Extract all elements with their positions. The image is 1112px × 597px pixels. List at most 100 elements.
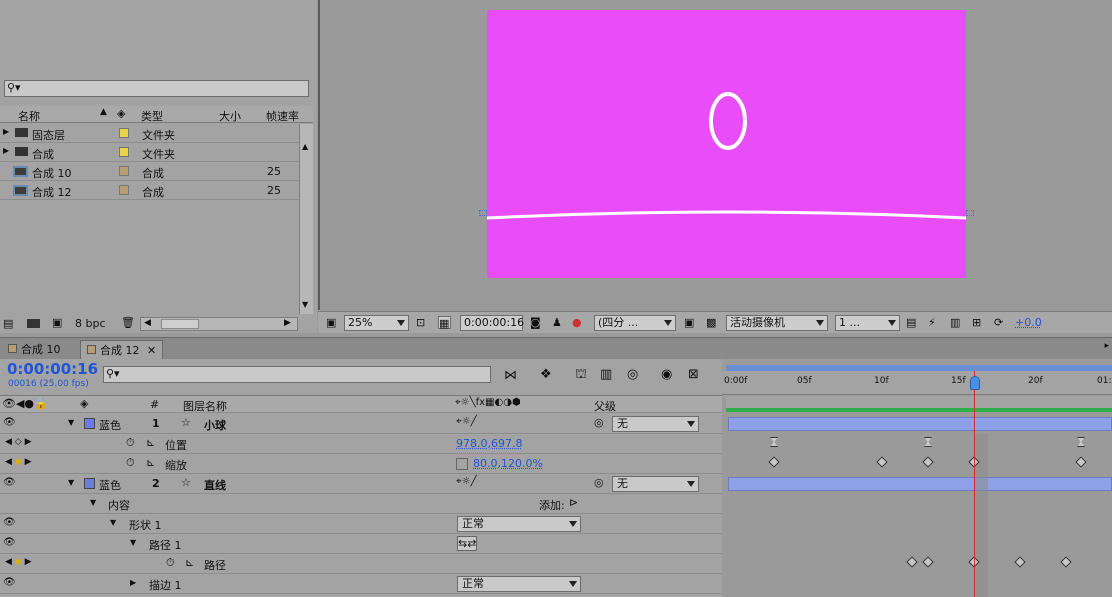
- composition-canvas[interactable]: [487, 10, 966, 278]
- scale-keyframe[interactable]: [876, 456, 888, 468]
- scroll-thumb[interactable]: [161, 319, 199, 329]
- parent-pickwhip-icon[interactable]: ◎: [594, 476, 604, 489]
- column-type[interactable]: 类型: [141, 108, 163, 124]
- expand-arrow-icon[interactable]: ▼: [68, 478, 74, 487]
- column-fps[interactable]: 帧速率: [266, 108, 299, 124]
- constrain-proportions-checkbox[interactable]: [456, 458, 468, 470]
- keyframe-navigator[interactable]: ◀ ◇ ▶: [5, 437, 32, 447]
- stopwatch-icon[interactable]: ⏱: [126, 436, 135, 450]
- expand-arrow-icon[interactable]: ▶: [130, 578, 136, 587]
- label-swatch[interactable]: [119, 185, 129, 195]
- property-row-shape[interactable]: 👁 ▼ 形状 1 正常: [0, 514, 722, 534]
- eye-icon[interactable]: 👁: [3, 477, 16, 488]
- position-keyframe[interactable]: [924, 437, 932, 447]
- line-shape[interactable]: [487, 210, 966, 220]
- time-ruler[interactable]: 0:00f 05f 10f 15f 20f 01:: [722, 371, 1112, 395]
- graph-editor-icon[interactable]: ⊠: [688, 367, 699, 382]
- column-parent[interactable]: 父级: [594, 398, 616, 414]
- new-folder-icon[interactable]: [27, 319, 40, 328]
- keyframe-navigator[interactable]: ◀ ◆ ▶: [5, 457, 32, 467]
- add-menu-icon[interactable]: ⊳: [569, 496, 578, 509]
- interpret-footage-icon[interactable]: ▤: [3, 317, 13, 330]
- path-keyframe[interactable]: [906, 556, 918, 568]
- label-tag-icon[interactable]: ◈: [117, 107, 125, 120]
- ball-shape[interactable]: [709, 92, 747, 150]
- timeline-icon[interactable]: ▥: [950, 316, 963, 329]
- layer-bar[interactable]: [728, 477, 1112, 491]
- scale-keyframe[interactable]: [1075, 456, 1087, 468]
- resolution-dropdown[interactable]: (四分 ...: [594, 315, 676, 331]
- av-switches-icon[interactable]: 👁◀●🔒: [2, 397, 48, 410]
- keyframe-navigator[interactable]: ◀ ◆ ▶: [5, 557, 32, 567]
- scroll-left-icon[interactable]: ◀: [144, 318, 151, 328]
- position-keyframe[interactable]: [770, 437, 778, 447]
- eye-icon[interactable]: 👁: [3, 577, 16, 588]
- comp-mini-flowchart-icon[interactable]: ⋈: [504, 368, 517, 383]
- expand-arrow-icon[interactable]: ▶: [3, 127, 9, 136]
- property-row-position[interactable]: ◀ ◇ ▶ ⏱ ⊾ 位置 978.0,697.8: [0, 434, 722, 454]
- panel-menu-icon[interactable]: ▸: [1104, 341, 1109, 351]
- expand-arrow-icon[interactable]: ▼: [90, 498, 96, 507]
- close-icon[interactable]: ✕: [147, 344, 156, 357]
- project-item[interactable]: 合成 12 合成 25: [0, 181, 299, 200]
- layer-switches-icon[interactable]: ⌖☼╲fx▦◐◑⬢: [455, 397, 521, 408]
- project-search-input[interactable]: ⚲▾: [4, 80, 309, 97]
- label-swatch[interactable]: [119, 147, 129, 157]
- expand-arrow-icon[interactable]: ▼: [68, 418, 74, 427]
- layer-row[interactable]: 👁 ▼ 蓝色 2 ☆ 直线 ⌖☼╱ ◎ 无: [0, 474, 722, 494]
- draft-3d-icon[interactable]: ❖: [540, 367, 552, 382]
- shy-layers-icon[interactable]: ⛫: [575, 367, 587, 384]
- eye-icon[interactable]: 👁: [3, 417, 16, 428]
- scroll-down-icon[interactable]: ▼: [302, 300, 308, 309]
- path-direction-icon[interactable]: ⇆⇄: [457, 536, 478, 551]
- layer-switches[interactable]: ⌖☼╱: [456, 476, 477, 487]
- show-snapshot-icon[interactable]: ♟: [552, 316, 565, 329]
- label-color-swatch[interactable]: [84, 478, 95, 489]
- scroll-right-icon[interactable]: ▶: [284, 318, 291, 328]
- snapshot-icon[interactable]: ◙: [530, 316, 543, 329]
- scale-value[interactable]: 80.0,120.0%: [473, 457, 543, 470]
- label-swatch[interactable]: [119, 128, 129, 138]
- label-tag-icon[interactable]: ◈: [80, 397, 88, 410]
- path-keyframe[interactable]: [1060, 556, 1072, 568]
- layer-bounds-handle[interactable]: [966, 210, 974, 216]
- exposure-value[interactable]: +0.0: [1015, 316, 1042, 329]
- views-dropdown[interactable]: 1 ...: [835, 315, 900, 331]
- property-row-path-group[interactable]: 👁 ▼ 路径 1 ⇆⇄: [0, 534, 722, 554]
- layer-switches[interactable]: ⌖☼╱: [456, 416, 477, 427]
- parent-dropdown[interactable]: 无: [612, 476, 699, 492]
- horizontal-scrollbar[interactable]: ◀ ▶: [140, 317, 298, 331]
- new-composition-icon[interactable]: ▣: [52, 316, 62, 329]
- zoom-dropdown[interactable]: 25%: [344, 315, 409, 331]
- blend-mode-dropdown[interactable]: 正常: [457, 516, 581, 532]
- trash-icon[interactable]: 🗑: [121, 316, 135, 329]
- layer-row[interactable]: 👁 ▼ 蓝色 1 ☆ 小球 ⌖☼╱ ◎ 无: [0, 414, 722, 434]
- toggle-pixel-aspect-icon[interactable]: ▤: [906, 316, 919, 329]
- safe-zones-icon[interactable]: ⊡: [416, 316, 429, 329]
- graph-icon[interactable]: ⊾: [146, 456, 155, 469]
- project-item[interactable]: ▶ 固态层 文件夹: [0, 124, 299, 143]
- stopwatch-icon[interactable]: ⏱: [126, 456, 135, 470]
- timeline-search-input[interactable]: ⚲▾: [103, 366, 491, 383]
- mask-visibility-icon[interactable]: ▦: [438, 316, 451, 330]
- path-keyframe[interactable]: [922, 556, 934, 568]
- region-of-interest-icon[interactable]: ▣: [684, 316, 697, 329]
- expand-arrow-icon[interactable]: ▶: [3, 146, 9, 155]
- tab-comp-10[interactable]: 合成 10: [2, 340, 67, 360]
- property-row-stroke[interactable]: 👁 ▶ 描边 1 正常: [0, 574, 722, 594]
- always-preview-icon[interactable]: ▣: [326, 316, 339, 329]
- graph-icon[interactable]: ⊾: [185, 556, 194, 569]
- frame-blending-icon[interactable]: ▥: [600, 367, 612, 382]
- tab-comp-12[interactable]: 合成 12 ✕: [80, 340, 164, 360]
- flowchart-icon[interactable]: ⊞: [972, 316, 985, 329]
- eye-icon[interactable]: 👁: [3, 537, 16, 548]
- position-value[interactable]: 978.0,697.8: [456, 437, 522, 450]
- current-time-display[interactable]: 0:00:00:16: [7, 360, 98, 378]
- stopwatch-icon[interactable]: ⏱: [166, 556, 175, 570]
- property-row-scale[interactable]: ◀ ◆ ▶ ⏱ ⊾ 缩放 80.0,120.0%: [0, 454, 722, 474]
- channel-icon[interactable]: ●: [572, 316, 585, 329]
- expand-arrow-icon[interactable]: ▼: [110, 518, 116, 527]
- project-scrollbar[interactable]: ▲ ▼: [299, 124, 313, 314]
- parent-pickwhip-icon[interactable]: ◎: [594, 416, 604, 429]
- label-color-swatch[interactable]: [84, 418, 95, 429]
